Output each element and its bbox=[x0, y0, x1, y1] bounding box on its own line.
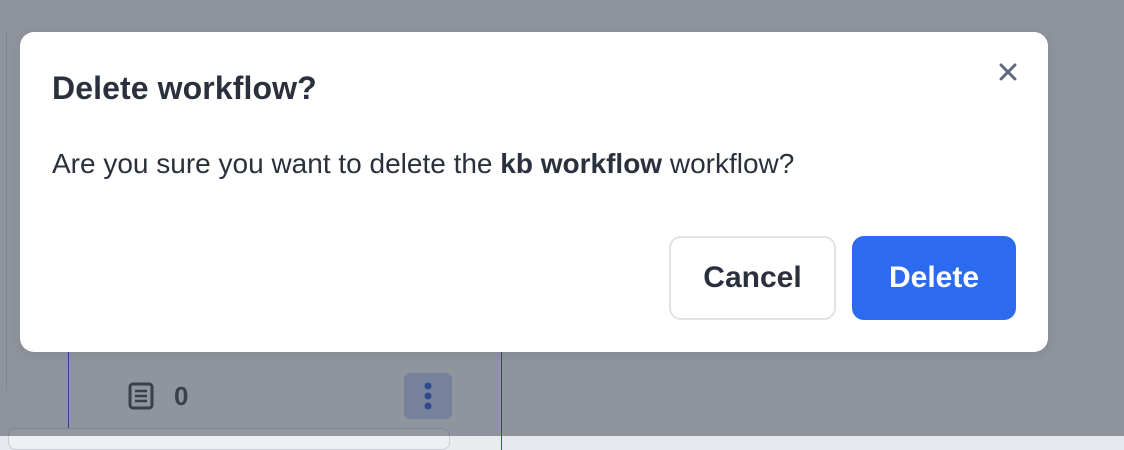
delete-workflow-dialog: Delete workflow? Are you sure you want t… bbox=[20, 32, 1048, 352]
dialog-title: Delete workflow? bbox=[52, 70, 317, 106]
close-button[interactable] bbox=[992, 56, 1024, 88]
workflow-name: kb workflow bbox=[500, 148, 663, 179]
cancel-button[interactable]: Cancel bbox=[669, 236, 836, 320]
message-prefix: Are you sure you want to delete the bbox=[52, 148, 501, 179]
close-icon bbox=[999, 63, 1017, 81]
dialog-message: Are you sure you want to delete the kb w… bbox=[52, 148, 794, 180]
delete-button[interactable]: Delete bbox=[852, 236, 1016, 320]
message-suffix: workflow? bbox=[662, 148, 795, 179]
